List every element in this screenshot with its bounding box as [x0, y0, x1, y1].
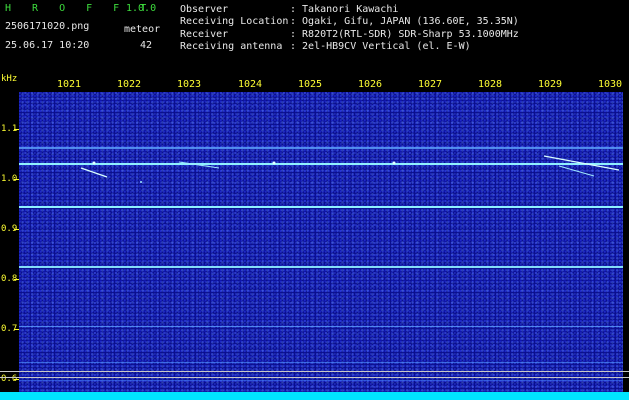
- info-key-receiver: Receiver: [180, 29, 229, 40]
- y-tick-0.8: 0.8: [1, 274, 18, 284]
- y-tick-0.7: 0.7: [1, 324, 18, 334]
- x-tick-1021: 1021: [56, 79, 82, 90]
- x-tick-1028: 1028: [477, 79, 503, 90]
- x-tick-1027: 1027: [417, 79, 443, 90]
- meteor-label: meteor: [124, 24, 161, 35]
- info-value-observer: : Takanori Kawachi: [290, 4, 399, 15]
- app-version: 1.0.0: [126, 3, 157, 14]
- info-value-receiver: : R820T2(RTL-SDR) SDR-Sharp 53.1000MHz: [290, 29, 519, 40]
- spectrogram-plot: [19, 92, 623, 400]
- x-tick-1022: 1022: [116, 79, 142, 90]
- meteor-traces: [80, 155, 620, 183]
- y-axis-unit: kHz: [1, 74, 18, 84]
- x-tick-1030: 1030: [597, 79, 623, 90]
- file-name: 2506171020.png: [5, 21, 90, 32]
- header-panel: H R O F F T 1.0.0 2506171020.png 25.06.1…: [0, 0, 629, 78]
- bottom-signal-band: [0, 392, 629, 400]
- y-tick-1.1: 1.1: [1, 124, 18, 134]
- x-tick-1029: 1029: [537, 79, 563, 90]
- separator-line: [0, 377, 629, 378]
- right-border: [623, 92, 629, 400]
- x-tick-1023: 1023: [176, 79, 202, 90]
- x-tick-1024: 1024: [237, 79, 263, 90]
- info-value-location: : Ogaki, Gifu, JAPAN (136.60E, 35.35N): [290, 16, 519, 27]
- capture-datetime: 25.06.17 10:20: [5, 40, 90, 51]
- separator-line: [0, 371, 629, 372]
- info-key-antenna: Receiving antenna: [180, 41, 283, 52]
- x-tick-1026: 1026: [357, 79, 383, 90]
- info-key-observer: Observer: [180, 4, 229, 15]
- meteor-count: 42: [140, 40, 153, 51]
- info-value-antenna: : 2el-HB9CV Vertical (el. E-W): [290, 41, 471, 52]
- y-tick-1.0: 1.0: [1, 174, 18, 184]
- info-key-location: Receiving Location: [180, 16, 289, 27]
- y-tick-0.9: 0.9: [1, 224, 18, 234]
- x-tick-1025: 1025: [297, 79, 323, 90]
- y-tick-0.6: 0.6: [1, 374, 18, 384]
